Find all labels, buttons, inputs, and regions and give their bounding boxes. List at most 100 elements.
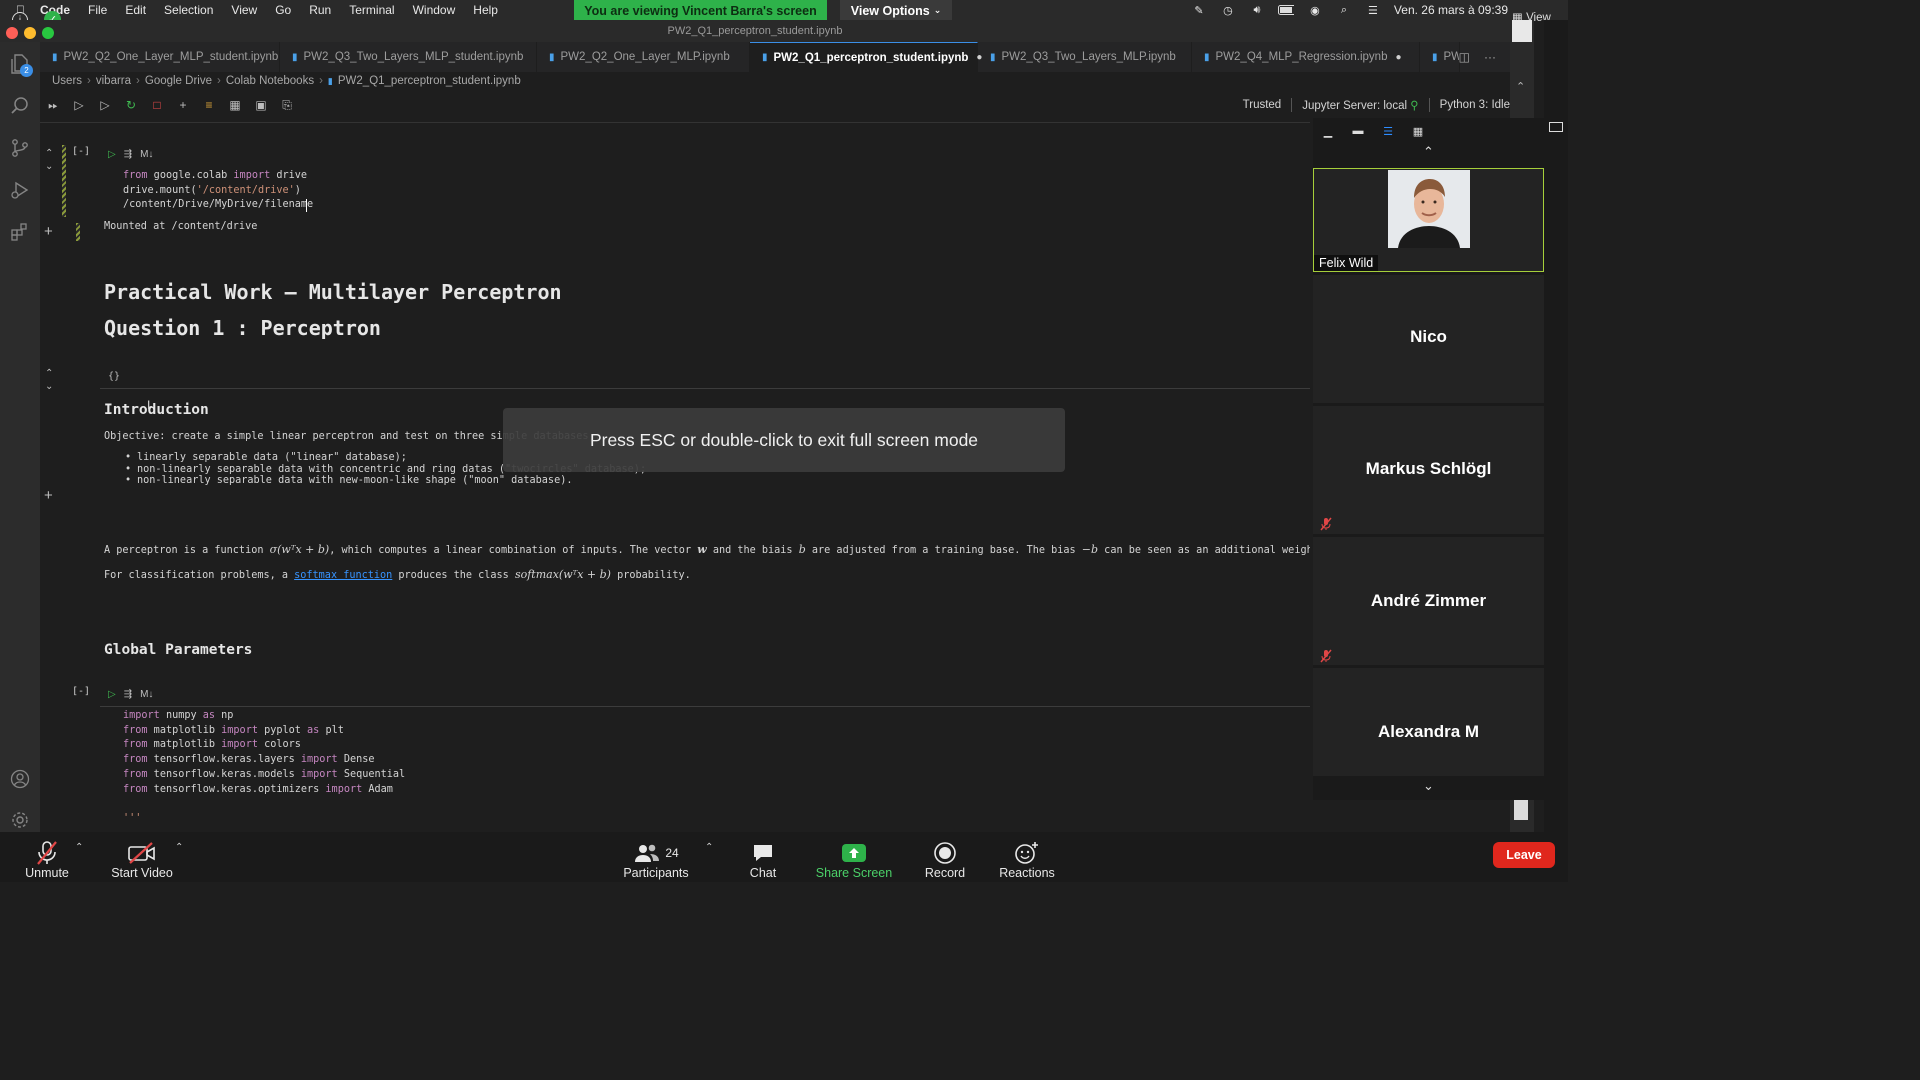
menu-file[interactable]: File	[79, 3, 116, 17]
battery-icon[interactable]	[1277, 4, 1294, 16]
kernel-status[interactable]: Python 3: Idle	[1440, 99, 1510, 111]
run-cell-icon[interactable]: ▷	[108, 149, 116, 160]
menu-window[interactable]: Window	[404, 3, 465, 17]
save-icon[interactable]: ▣	[248, 95, 274, 115]
collapse-icon[interactable]: ⌃	[1516, 80, 1525, 93]
settings-gear-icon[interactable]	[8, 808, 32, 832]
jupyter-server-status[interactable]: Jupyter Server: local ⚲	[1302, 98, 1418, 112]
move-up-icon[interactable]: ⌃	[45, 368, 53, 379]
run-above-icon[interactable]: ▷	[66, 95, 92, 115]
unmute-button[interactable]: Unmute	[18, 836, 76, 880]
volume-icon[interactable]: 🔊︎	[1249, 4, 1265, 16]
tab-pw2-q1-perceptron-student[interactable]: ▮ PW2_Q1_perceptron_student.ipynb ●	[750, 42, 982, 72]
move-up-icon[interactable]: ⌃	[45, 148, 53, 159]
markdown-toggle-icon[interactable]: {}	[108, 371, 120, 382]
code-line[interactable]: import numpy as np	[123, 709, 405, 724]
clock-icon[interactable]: ◷	[1220, 4, 1236, 17]
menu-run[interactable]: Run	[300, 3, 340, 17]
pen-icon[interactable]: ✎	[1191, 4, 1207, 17]
source-control-icon[interactable]	[8, 136, 32, 160]
run-all-icon[interactable]: ⏩︎	[40, 95, 66, 115]
participant-tile[interactable]: Felix Wild	[1313, 168, 1544, 272]
code-line[interactable]: from matplotlib import pyplot as plt	[123, 724, 405, 739]
menu-view[interactable]: View	[222, 3, 266, 17]
code-cell-1[interactable]: from google.colab import drive drive.moun…	[123, 169, 313, 213]
code-line[interactable]: drive.mount('/content/drive')	[123, 184, 313, 199]
strip-view-icon[interactable]: ☰	[1381, 125, 1395, 138]
tab-pw-overflow[interactable]: ▮ PW	[1420, 42, 1460, 72]
split-editor-icon[interactable]: ◫	[1459, 50, 1470, 64]
view-options-button[interactable]: View Options ⌄	[840, 0, 952, 21]
participants-options-caret-icon[interactable]: ⌃	[705, 842, 713, 853]
tab-pw2-q2-one-layer-mlp-student[interactable]: ▮ PW2_Q2_One_Layer_MLP_student.ipynb	[40, 42, 280, 72]
reactions-button[interactable]: Reactions	[996, 836, 1058, 880]
code-line[interactable]: from matplotlib import colors	[123, 738, 405, 753]
menu-help[interactable]: Help	[464, 3, 507, 17]
leave-button[interactable]: Leave	[1493, 842, 1555, 868]
tab-pw2-q4-mlp-regression[interactable]: ▮ PW2_Q4_MLP_Regression.ipynb ●	[1192, 42, 1420, 72]
export-icon[interactable]: ⎘	[274, 95, 300, 115]
add-cell-icon[interactable]: +	[44, 487, 53, 504]
participant-tile[interactable]: Markus Schlögl	[1313, 406, 1544, 534]
menu-go[interactable]: Go	[266, 3, 300, 17]
code-line[interactable]: /content/Drive/MyDrive/filename	[123, 198, 313, 213]
run-debug-icon[interactable]	[8, 178, 32, 202]
scroll-up-icon[interactable]: ⌃	[1313, 144, 1544, 166]
clear-outputs-icon[interactable]: ≡	[196, 95, 222, 115]
maximize-window-button[interactable]	[42, 27, 54, 39]
audio-options-caret-icon[interactable]: ⌃	[75, 842, 83, 853]
code-line[interactable]: from tensorflow.keras.optimizers import …	[123, 783, 405, 798]
unsaved-dot-icon[interactable]: ●	[1395, 52, 1401, 63]
code-line[interactable]: '''	[123, 812, 405, 827]
minimize-window-button[interactable]	[24, 27, 36, 39]
breadcrumb-item[interactable]: Google Drive	[145, 75, 212, 87]
participant-tile[interactable]: Nico	[1313, 275, 1544, 403]
run-cell-icon[interactable]: ▷	[108, 689, 116, 700]
menu-terminal[interactable]: Terminal	[340, 3, 403, 17]
code-line[interactable]: from google.colab import drive	[123, 169, 313, 184]
scrollbar-thumb[interactable]	[1512, 20, 1532, 42]
minimize-icon[interactable]: ▁	[1321, 125, 1335, 138]
scroll-down-icon[interactable]: ⌄	[1313, 778, 1544, 800]
tab-pw2-q2-one-layer-mlp[interactable]: ▮ PW2_Q2_One_Layer_MLP.ipynb	[537, 42, 750, 72]
breadcrumb-item[interactable]: Users	[52, 75, 82, 87]
cell-language[interactable]: M↓	[140, 149, 153, 160]
menu-selection[interactable]: Selection	[155, 3, 222, 17]
softmax-link[interactable]: softmax function	[294, 570, 392, 581]
more-actions-icon[interactable]: ···	[1484, 50, 1496, 64]
notebook-editor[interactable]: ⌃ ⌄ [-] ▷ ⇶ M↓ from google.colab import …	[40, 123, 1310, 832]
run-by-line-icon[interactable]: ⇶	[124, 689, 132, 700]
search-icon[interactable]: ⌕	[1336, 4, 1352, 16]
code-line[interactable]: from tensorflow.keras.models import Sequ…	[123, 768, 405, 783]
add-cell-icon[interactable]: +	[170, 95, 196, 115]
scrollbar-handle[interactable]	[1514, 800, 1528, 820]
restart-kernel-icon[interactable]: ↻	[118, 95, 144, 115]
share-screen-button[interactable]: Share Screen	[814, 836, 894, 880]
run-by-line-icon[interactable]: ⇶	[124, 149, 132, 160]
active-speaker-icon[interactable]: ▬	[1351, 125, 1365, 137]
run-below-icon[interactable]: ▷	[92, 95, 118, 115]
account-icon[interactable]	[8, 767, 32, 791]
video-options-caret-icon[interactable]: ⌃	[175, 842, 183, 853]
interrupt-kernel-icon[interactable]: □	[144, 95, 170, 115]
cell-language[interactable]: M↓	[140, 689, 153, 700]
search-icon[interactable]	[8, 94, 32, 118]
popout-icon[interactable]	[1549, 122, 1563, 132]
menu-edit[interactable]: Edit	[116, 3, 155, 17]
breadcrumb-item[interactable]: Colab Notebooks	[226, 75, 314, 87]
tab-pw2-q3-two-layers-mlp-student[interactable]: ▮ PW2_Q3_Two_Layers_MLP_student.ipynb	[280, 42, 537, 72]
code-line[interactable]: from tensorflow.keras.layers import Dens…	[123, 753, 405, 768]
variables-icon[interactable]: ▦	[222, 95, 248, 115]
participant-tile[interactable]: André Zimmer	[1313, 537, 1544, 665]
breadcrumb-item[interactable]: vibarra	[96, 75, 131, 87]
breadcrumb-item[interactable]: PW2_Q1_perceptron_student.ipynb	[338, 75, 521, 87]
user-icon[interactable]: ◉	[1307, 4, 1323, 17]
gallery-view-icon[interactable]: ▦	[1411, 125, 1425, 138]
tab-pw2-q3-two-layers-mlp[interactable]: ▮ PW2_Q3_Two_Layers_MLP.ipynb	[978, 42, 1192, 72]
participants-button[interactable]: 24 Participants	[620, 836, 692, 880]
chat-button[interactable]: Chat	[740, 836, 786, 880]
move-down-icon[interactable]: ⌄	[45, 381, 53, 392]
move-down-icon[interactable]: ⌄	[45, 161, 53, 172]
close-window-button[interactable]	[6, 27, 18, 39]
add-cell-icon[interactable]: +	[44, 223, 53, 240]
